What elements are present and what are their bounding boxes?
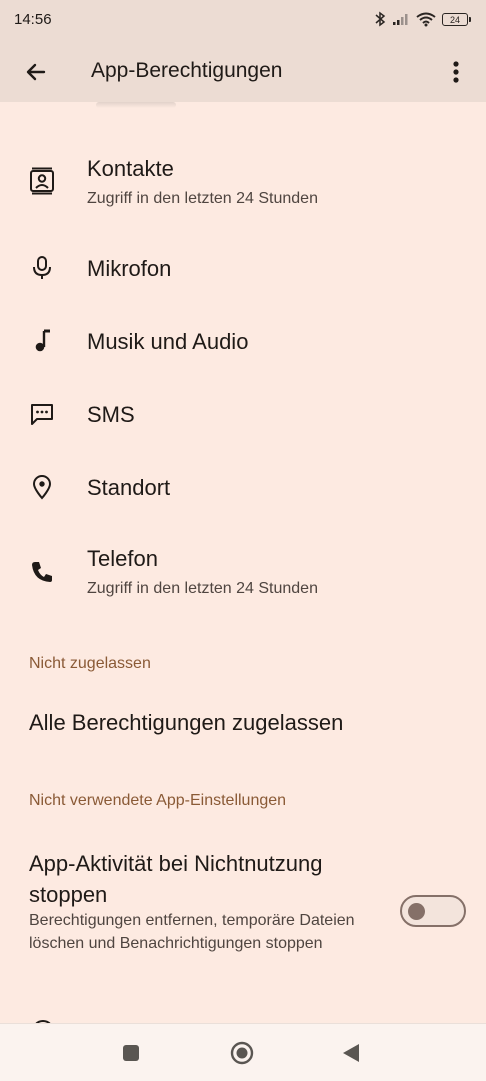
permission-sublabel: Zugriff in den letzten 24 Stunden bbox=[87, 190, 318, 207]
permission-label: SMS bbox=[87, 402, 135, 427]
permission-label: Telefon bbox=[87, 546, 158, 571]
permission-item-microphone[interactable]: Mikrofon bbox=[0, 240, 486, 296]
status-icons: 24 bbox=[374, 11, 471, 27]
permission-item-contacts[interactable]: Kontakte Zugriff in den letzten 24 Stund… bbox=[0, 150, 486, 220]
permission-item-location[interactable]: Standort bbox=[0, 459, 486, 515]
permission-sublabel: Zugriff in den letzten 24 Stunden bbox=[87, 580, 318, 597]
sms-icon bbox=[31, 404, 53, 425]
permission-item-phone[interactable]: Telefon Zugriff in den letzten 24 Stunde… bbox=[0, 540, 486, 610]
wifi-icon bbox=[416, 12, 436, 26]
status-time: 14:56 bbox=[14, 11, 52, 28]
recents-button[interactable] bbox=[123, 1045, 139, 1061]
back-arrow-icon[interactable] bbox=[20, 56, 52, 88]
permission-label: Musik und Audio bbox=[87, 329, 249, 354]
bluetooth-icon bbox=[375, 11, 386, 27]
music-note-icon bbox=[35, 329, 50, 352]
permission-item-music-audio[interactable]: Musik und Audio bbox=[0, 313, 486, 369]
battery-icon: 24 bbox=[442, 12, 471, 26]
setting-summary: Berechtigungen entfernen, temporäre Date… bbox=[29, 912, 355, 952]
permission-label: Mikrofon bbox=[87, 256, 172, 281]
scroll-fade bbox=[96, 102, 176, 108]
toggle-thumb bbox=[408, 903, 425, 920]
section-header-not-allowed: Nicht zugelassen bbox=[29, 655, 151, 672]
permission-label: Standort bbox=[87, 475, 171, 500]
location-pin-icon bbox=[32, 475, 52, 500]
page-title: App-Berechtigungen bbox=[91, 59, 283, 82]
status-bar: 14:56 24 bbox=[0, 0, 486, 44]
contacts-icon bbox=[30, 167, 54, 195]
permission-item-sms[interactable]: SMS bbox=[0, 386, 486, 442]
section-header-unused-app-settings: Nicht verwendete App-Einstellungen bbox=[29, 792, 287, 809]
setting-title: App-Aktivität bei Nichtnutzung stoppen bbox=[29, 851, 323, 907]
all-permissions-allowed-item[interactable]: Alle Berechtigungen zugelassen bbox=[29, 710, 343, 736]
microphone-icon bbox=[33, 256, 51, 279]
nav-back-button[interactable] bbox=[341, 1042, 361, 1064]
pause-app-activity-toggle[interactable] bbox=[400, 895, 466, 927]
permission-label: Kontakte bbox=[87, 156, 174, 181]
system-navigation-bar bbox=[0, 1023, 486, 1081]
home-button[interactable] bbox=[230, 1041, 254, 1065]
more-options-icon[interactable] bbox=[440, 56, 472, 88]
app-bar: App-Berechtigungen bbox=[0, 44, 486, 102]
signal-icon bbox=[393, 14, 408, 25]
phone-icon bbox=[32, 562, 52, 582]
